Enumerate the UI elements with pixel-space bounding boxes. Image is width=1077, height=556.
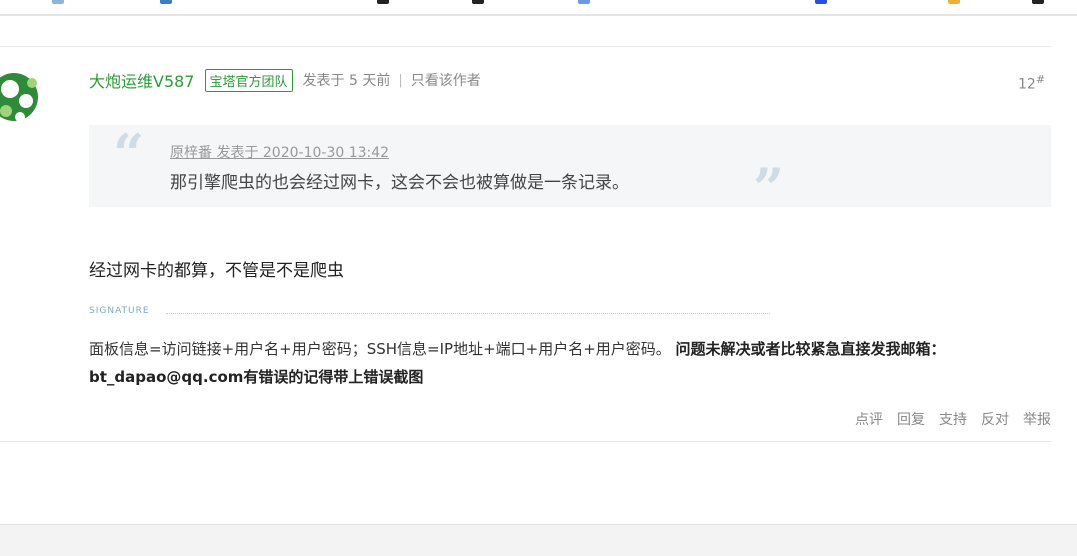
oppose-button[interactable]: 反对 — [981, 409, 1009, 429]
app-icon[interactable] — [472, 0, 484, 4]
signature-text: 面板信息=访问链接+用户名+用户密码；SSH信息=IP地址+端口+用户名+用户密… — [89, 340, 676, 358]
open-quote-icon: “ — [113, 122, 145, 186]
app-icon[interactable] — [377, 0, 389, 4]
globe-icon[interactable] — [52, 0, 64, 4]
author-badge: 宝塔官方团队 — [204, 68, 293, 92]
quote-source[interactable]: 原梓番 发表于 2020-10-30 13:42 — [170, 142, 389, 162]
comment-button[interactable]: 点评 — [855, 409, 883, 429]
reply-text: 经过网卡的都算，不管是不是爬虫 — [89, 261, 344, 281]
floor-mark: # — [1035, 73, 1046, 86]
signature-body: 面板信息=访问链接+用户名+用户密码；SSH信息=IP地址+端口+用户名+用户密… — [89, 335, 1035, 391]
close-quote-icon: ” — [753, 156, 785, 220]
report-button[interactable]: 举报 — [1023, 409, 1051, 429]
quote-text: 那引擎爬虫的也会经过网卡，这会不会也被算做是一条记录。 — [170, 173, 629, 193]
browser-top-bar — [0, 0, 1077, 16]
signature-title: SIGNATURE — [89, 306, 150, 316]
quote-block: “ 原梓番 发表于 2020-10-30 13:42 那引擎爬虫的也会经过网卡，… — [89, 122, 1051, 215]
reply-button[interactable]: 回复 — [897, 409, 925, 429]
app-icon[interactable] — [948, 0, 960, 4]
avatar[interactable] — [0, 67, 42, 129]
floor-number[interactable]: 12# — [1018, 73, 1045, 93]
support-button[interactable]: 支持 — [939, 409, 967, 429]
scrollbar[interactable] — [1063, 16, 1077, 536]
author-name[interactable]: 大炮运维V587 — [89, 68, 195, 92]
app-icon[interactable] — [1032, 0, 1044, 4]
app-icon[interactable] — [815, 0, 827, 4]
forum-post: 大炮运维V587 宝塔官方团队 发表于 5 天前 | 只看该作者 12# “ 原… — [0, 46, 1051, 442]
app-icon[interactable] — [578, 0, 590, 4]
post-time: 发表于 5 天前 — [302, 73, 391, 89]
post-actions: 点评 回复 支持 反对 举报 — [855, 409, 1051, 429]
bookmark-icon[interactable] — [160, 0, 172, 4]
meta-separator: | — [398, 72, 403, 88]
author-line: 大炮运维V587 宝塔官方团队 发表于 5 天前 | 只看该作者 — [89, 68, 481, 92]
signature-divider — [166, 313, 770, 314]
bottom-bar — [0, 524, 1077, 556]
floor-number-value: 12 — [1018, 76, 1036, 93]
only-author-link[interactable]: 只看该作者 — [411, 70, 481, 90]
